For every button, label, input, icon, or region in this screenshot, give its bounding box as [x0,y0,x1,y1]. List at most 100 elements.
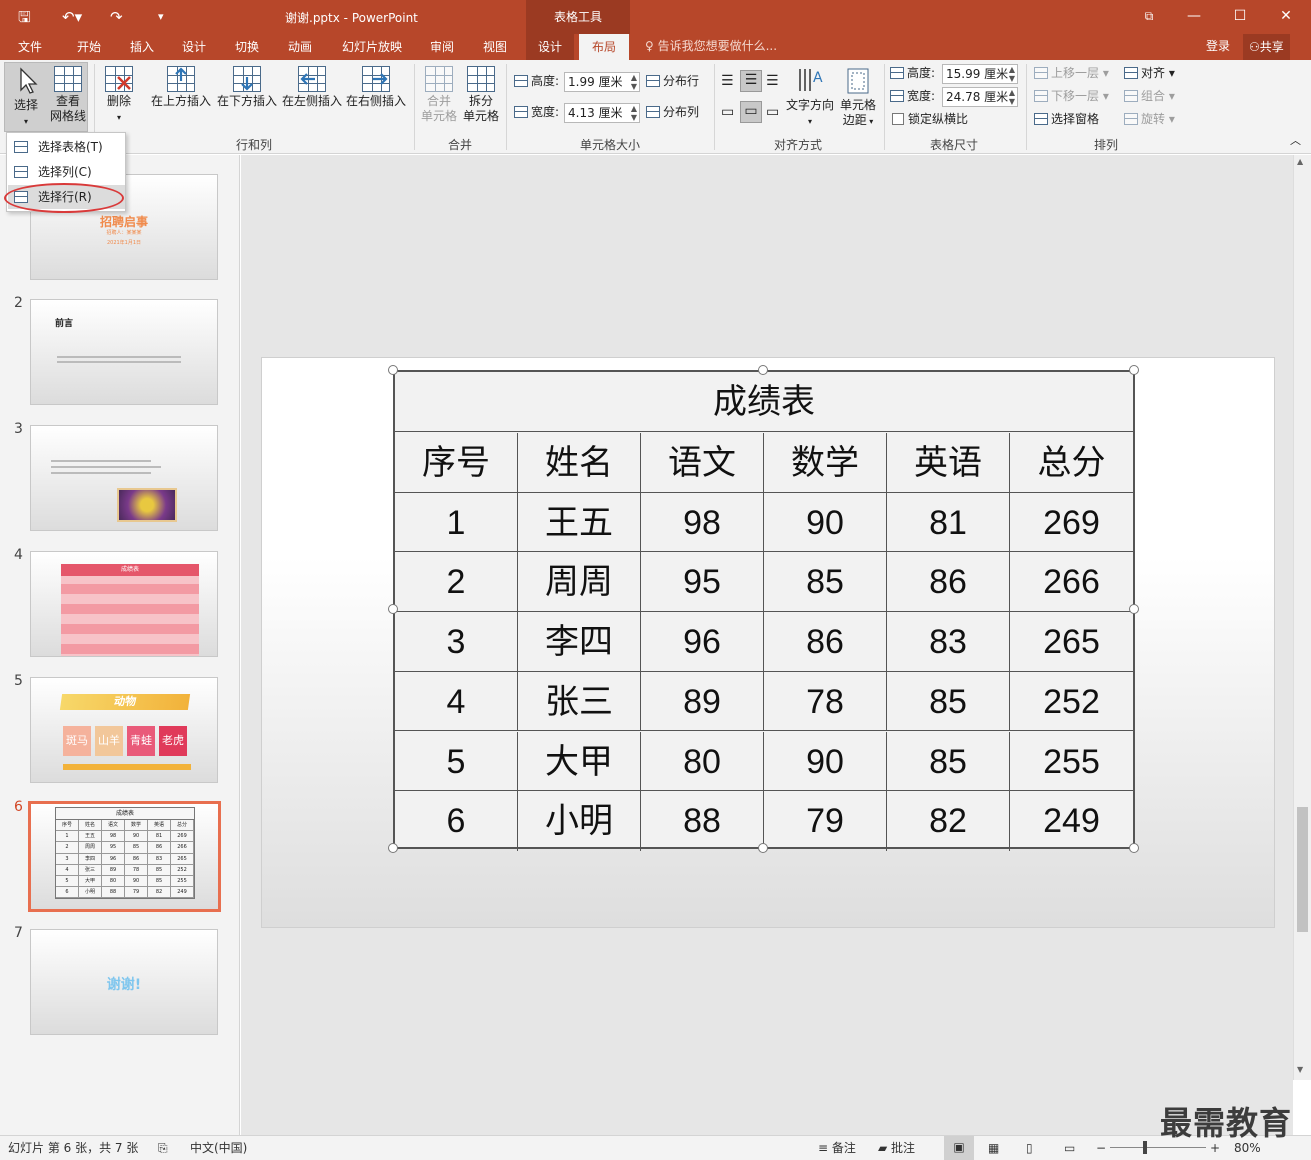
resize-handle[interactable] [758,365,768,375]
table-cell[interactable]: 李四 [518,612,641,671]
table-cell[interactable]: 82 [887,791,1010,851]
resize-handle[interactable] [1129,365,1139,375]
spin-arrows-icon[interactable]: ▲ ▼ [1009,65,1015,83]
table-cell[interactable]: 265 [1010,612,1133,671]
table-header-row[interactable]: 序号 姓名 语文 数学 英语 总分 [395,433,1133,493]
spin-arrows-icon[interactable]: ▲ ▼ [631,73,637,91]
tell-me-search[interactable]: ♀ 告诉我您想要做什么... [645,37,777,54]
slide-thumbnail-7[interactable]: 谢谢! [30,929,218,1035]
table-cell[interactable]: 85 [764,552,887,611]
cell-height-input[interactable]: 1.99 厘米 ▲ ▼ [564,72,640,92]
table-cell[interactable]: 5 [395,731,518,790]
table-header-cell[interactable]: 英语 [887,433,1010,492]
cell-width-input[interactable]: 4.13 厘米 ▲ ▼ [564,103,640,123]
tab-insert[interactable]: 插入 [130,37,154,57]
zoom-out-button[interactable]: − [1096,1137,1106,1159]
table-cell[interactable]: 98 [641,492,764,552]
table-cell[interactable]: 266 [1010,552,1133,611]
table-cell[interactable]: 95 [641,552,764,611]
table-header-cell[interactable]: 序号 [395,433,518,492]
table-header-cell[interactable]: 总分 [1010,433,1133,492]
resize-handle[interactable] [1129,604,1139,614]
insert-below-button[interactable]: 在下方插入 [214,66,280,109]
table-row[interactable]: 2 周周 95 85 86 266 [395,552,1133,612]
table-cell[interactable]: 255 [1010,732,1133,791]
minimize-button[interactable]: — [1182,6,1206,26]
slideshow-icon[interactable]: ▭ [1064,1137,1075,1159]
slide-thumbnail-3[interactable] [30,425,218,531]
score-table[interactable]: 成绩表 序号 姓名 语文 数学 英语 总分 1 王五 98 90 81 269 2 周周 95 85 86 266… [393,370,1135,851]
spin-arrows-icon[interactable]: ▲ ▼ [631,104,637,122]
table-row[interactable]: 4 张三 89 78 85 252 [395,671,1133,732]
table-title[interactable]: 成绩表 [395,372,1133,432]
scroll-down-icon[interactable]: ▼ [1297,1065,1303,1074]
cell-margins-button[interactable]: 单元格 边距 ▾ [838,66,878,129]
vertical-scrollbar[interactable]: ▲ ▼ [1293,155,1311,1080]
table-cell[interactable]: 大甲 [518,731,641,790]
tab-table-layout[interactable]: 布局 [579,34,630,60]
table-cell[interactable]: 4 [395,671,518,731]
distribute-rows-button[interactable]: 分布行 [646,72,699,90]
table-header-cell[interactable]: 语文 [641,433,764,492]
table-header-cell[interactable]: 数学 [764,433,887,492]
table-cell[interactable]: 252 [1010,672,1133,731]
slide-sorter-icon[interactable]: ▦ [988,1137,999,1159]
align-top-icon[interactable]: ▭ [721,103,734,121]
menu-select-column[interactable]: 选择列(C) [8,160,125,184]
table-header-cell[interactable]: 姓名 [518,433,641,492]
table-cell[interactable]: 86 [764,612,887,671]
redo-icon[interactable]: ↷ [110,7,123,27]
table-cell[interactable]: 王五 [518,492,641,552]
table-cell[interactable]: 269 [1010,493,1133,552]
resize-handle[interactable] [388,604,398,614]
table-row[interactable]: 6 小明 88 79 82 249 [395,791,1133,851]
table-cell[interactable]: 79 [764,791,887,851]
distribute-cols-button[interactable]: 分布列 [646,103,699,121]
rotate-button[interactable]: 旋转 ▾ [1124,110,1175,128]
reading-view-icon[interactable]: ▯ [1026,1137,1033,1159]
tab-transitions[interactable]: 切换 [235,37,259,57]
table-cell[interactable]: 80 [641,731,764,790]
table-cell[interactable]: 2 [395,552,518,611]
save-icon[interactable]: 🖫 [18,7,31,27]
tab-view[interactable]: 视图 [483,37,507,57]
align-left-icon[interactable]: ☰ [721,72,734,90]
table-cell[interactable]: 90 [764,731,887,790]
table-row[interactable]: 3 李四 96 86 83 265 [395,612,1133,672]
collapse-ribbon-icon[interactable]: ︿ [1290,132,1301,150]
align-right-icon[interactable]: ☰ [766,72,779,90]
table-row[interactable]: 1 王五 98 90 81 269 [395,492,1133,553]
slide-thumbnail-4[interactable]: 成绩表 [30,551,218,657]
comments-button[interactable]: ▰ 批注 [878,1137,915,1159]
spellcheck-icon[interactable]: ⎘ [158,1137,168,1159]
table-cell[interactable]: 90 [764,492,887,552]
table-cell[interactable]: 83 [887,612,1010,671]
scrollbar-thumb[interactable] [1297,807,1308,932]
table-cell[interactable]: 249 [1010,791,1133,851]
menu-select-table[interactable]: 选择表格(T) [8,135,125,159]
slide-thumbnail-6[interactable]: 成绩表 序号 姓名 语文 数学 英语 总分 1 王五 98 90 81 269 2 周周 95 85 86 266 3… [28,801,221,912]
customize-toolbar-icon[interactable]: ▾ [158,7,164,27]
table-cell[interactable]: 88 [641,791,764,851]
selection-pane-button[interactable]: 选择窗格 [1034,110,1099,128]
tab-design[interactable]: 设计 [182,37,206,57]
slide-thumbnail-2[interactable]: 前言 [30,299,218,405]
zoom-slider-track[interactable] [1110,1147,1206,1148]
tab-review[interactable]: 审阅 [430,37,454,57]
table-cell[interactable]: 86 [887,552,1010,611]
resize-handle[interactable] [758,843,768,853]
tab-table-design[interactable]: 设计 [526,34,575,60]
align-bottom-icon[interactable]: ▭ [766,103,779,121]
table-cell[interactable]: 小明 [518,791,641,851]
table-cell[interactable]: 张三 [518,671,641,731]
table-row[interactable]: 5 大甲 80 90 85 255 [395,731,1133,791]
maximize-button[interactable]: ☐ [1228,6,1252,26]
slide-thumbnail-5[interactable]: 动物 斑马 山羊 青蛙 老虎 [30,677,218,783]
zoom-slider-thumb[interactable] [1143,1141,1147,1154]
lock-aspect-ratio-checkbox[interactable]: 锁定纵横比 [892,110,968,128]
merge-cells-button[interactable]: 合并 单元格 [420,66,458,124]
insert-left-button[interactable]: 在左侧插入 [280,66,344,109]
tab-slideshow[interactable]: 幻灯片放映 [342,37,402,57]
text-direction-button[interactable]: A 文字方向 ▾ [786,66,834,129]
language-indicator[interactable]: 中文(中国) [190,1137,247,1159]
